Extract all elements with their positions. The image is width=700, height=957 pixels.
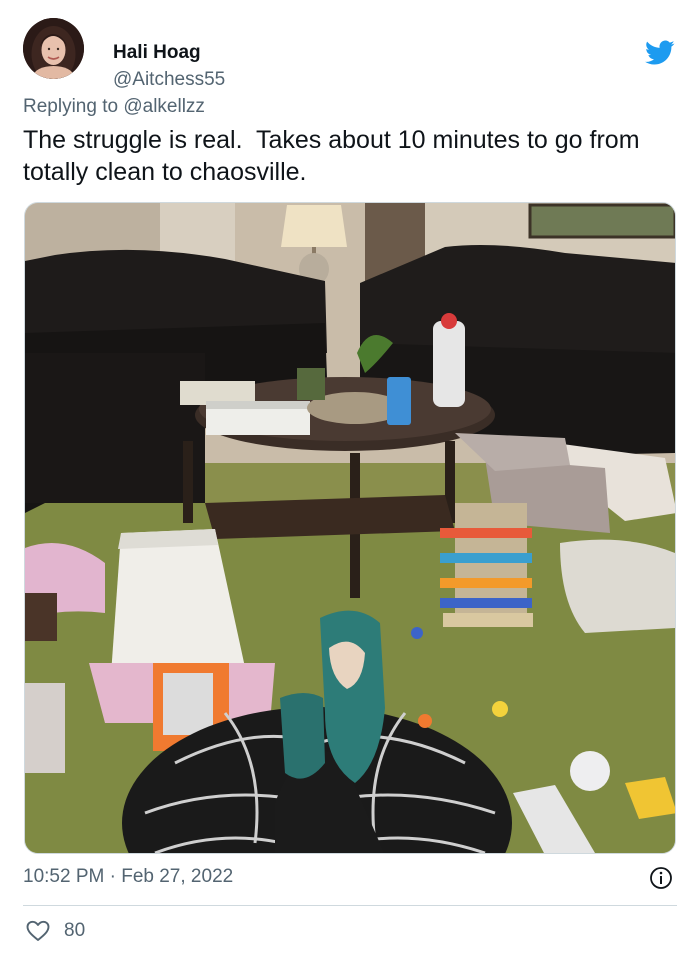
bird-icon[interactable] xyxy=(645,40,675,66)
author-handle[interactable]: @Aitchess55 xyxy=(113,69,225,91)
reply-mention-link[interactable]: @alkellzz xyxy=(123,96,205,117)
tweet-photo[interactable] xyxy=(24,202,676,854)
like-count: 80 xyxy=(64,920,86,941)
meta-separator: · xyxy=(104,866,122,887)
tweet-text: The struggle is real. Takes about 10 min… xyxy=(23,126,647,186)
author-name[interactable]: Hali Hoag xyxy=(113,42,201,64)
tweet-timestamp[interactable]: 10:52 PM · Feb 27, 2022 xyxy=(23,866,233,888)
info-icon[interactable] xyxy=(649,866,673,890)
reply-context: Replying to @alkellzz xyxy=(23,96,205,118)
divider xyxy=(23,905,677,906)
tweet-time: 10:52 PM xyxy=(23,866,105,887)
reply-prefix: Replying to xyxy=(23,96,124,117)
tweet-date: Feb 27, 2022 xyxy=(121,866,234,887)
tweet-header: Hali Hoag @Aitchess55 xyxy=(23,18,683,90)
heart-icon xyxy=(26,920,50,941)
avatar[interactable] xyxy=(23,18,84,79)
